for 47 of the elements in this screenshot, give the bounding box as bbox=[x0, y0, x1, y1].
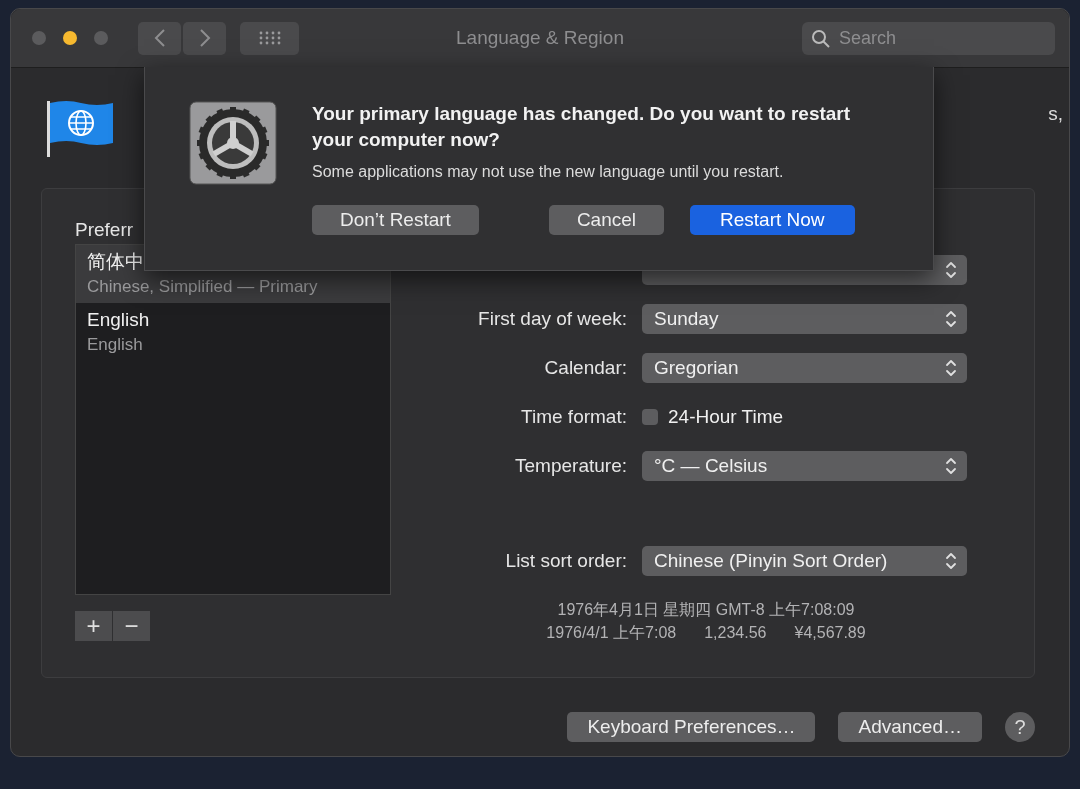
format-sample-text: ¥4,567.89 bbox=[794, 623, 866, 643]
back-button[interactable] bbox=[138, 21, 181, 55]
format-sample-text: 1,234.56 bbox=[704, 623, 767, 643]
popup-menu[interactable]: Chinese (Pinyin Sort Order) bbox=[642, 546, 967, 576]
flag-globe-icon bbox=[47, 99, 115, 159]
popup-menu[interactable]: °C — Celsius bbox=[642, 451, 967, 481]
setting-label: First day of week: bbox=[477, 308, 627, 330]
keyboard-preferences-button[interactable]: Keyboard Preferences… bbox=[567, 712, 816, 742]
help-button[interactable]: ? bbox=[1005, 712, 1035, 742]
chevron-updown-icon bbox=[943, 552, 959, 570]
chevron-right-icon bbox=[197, 28, 212, 48]
chevron-left-icon bbox=[152, 28, 167, 48]
language-item[interactable]: English English bbox=[76, 303, 390, 361]
dialog-button[interactable]: Don’t Restart bbox=[312, 205, 479, 235]
checkbox-label: 24-Hour Time bbox=[668, 406, 784, 428]
panel-title: Preferr bbox=[75, 219, 134, 239]
window-title: Language & Region bbox=[456, 27, 624, 49]
forward-button[interactable] bbox=[183, 21, 226, 55]
chevron-updown-icon bbox=[943, 359, 959, 377]
show-all-button[interactable] bbox=[240, 21, 299, 55]
setting-label: List sort order: bbox=[504, 550, 627, 572]
search-icon bbox=[811, 28, 831, 49]
format-sample-text: 1976/4/1 上午7:08 bbox=[546, 623, 677, 643]
remove-button[interactable]: − bbox=[113, 611, 150, 641]
window-control-dot[interactable] bbox=[63, 31, 77, 45]
chevron-updown-icon bbox=[943, 457, 959, 475]
chevron-updown-icon bbox=[943, 261, 959, 279]
setting-label: Temperature: bbox=[514, 455, 627, 477]
checkbox[interactable] bbox=[642, 409, 658, 425]
description-text: s, bbox=[1048, 102, 1063, 126]
search-field[interactable]: Search bbox=[802, 21, 1055, 55]
popup-menu[interactable]: Gregorian bbox=[642, 353, 967, 383]
window-control-dot[interactable] bbox=[32, 31, 46, 45]
setting-label: Calendar: bbox=[543, 357, 627, 379]
gear-icon bbox=[189, 101, 277, 185]
grid-icon bbox=[257, 31, 282, 45]
chevron-updown-icon bbox=[943, 310, 959, 328]
format-sample-text: 1976年4月1日 星期四 GMT-8 上午7:08:09 bbox=[557, 600, 855, 620]
window-control-dot[interactable] bbox=[94, 31, 108, 45]
dialog-title: Your primary language has changed. Do you want to restart your computer now? bbox=[312, 102, 852, 152]
dialog-button[interactable]: Cancel bbox=[548, 205, 665, 235]
setting-label: Time format: bbox=[520, 406, 627, 428]
add-button[interactable]: + bbox=[75, 611, 112, 641]
advanced-button[interactable]: Advanced… bbox=[838, 712, 982, 742]
dialog-button[interactable]: Restart Now bbox=[690, 205, 855, 235]
popup-menu[interactable]: Sunday bbox=[642, 304, 967, 334]
dialog-message: Some applications may not use the new language until you restart. bbox=[312, 163, 785, 181]
